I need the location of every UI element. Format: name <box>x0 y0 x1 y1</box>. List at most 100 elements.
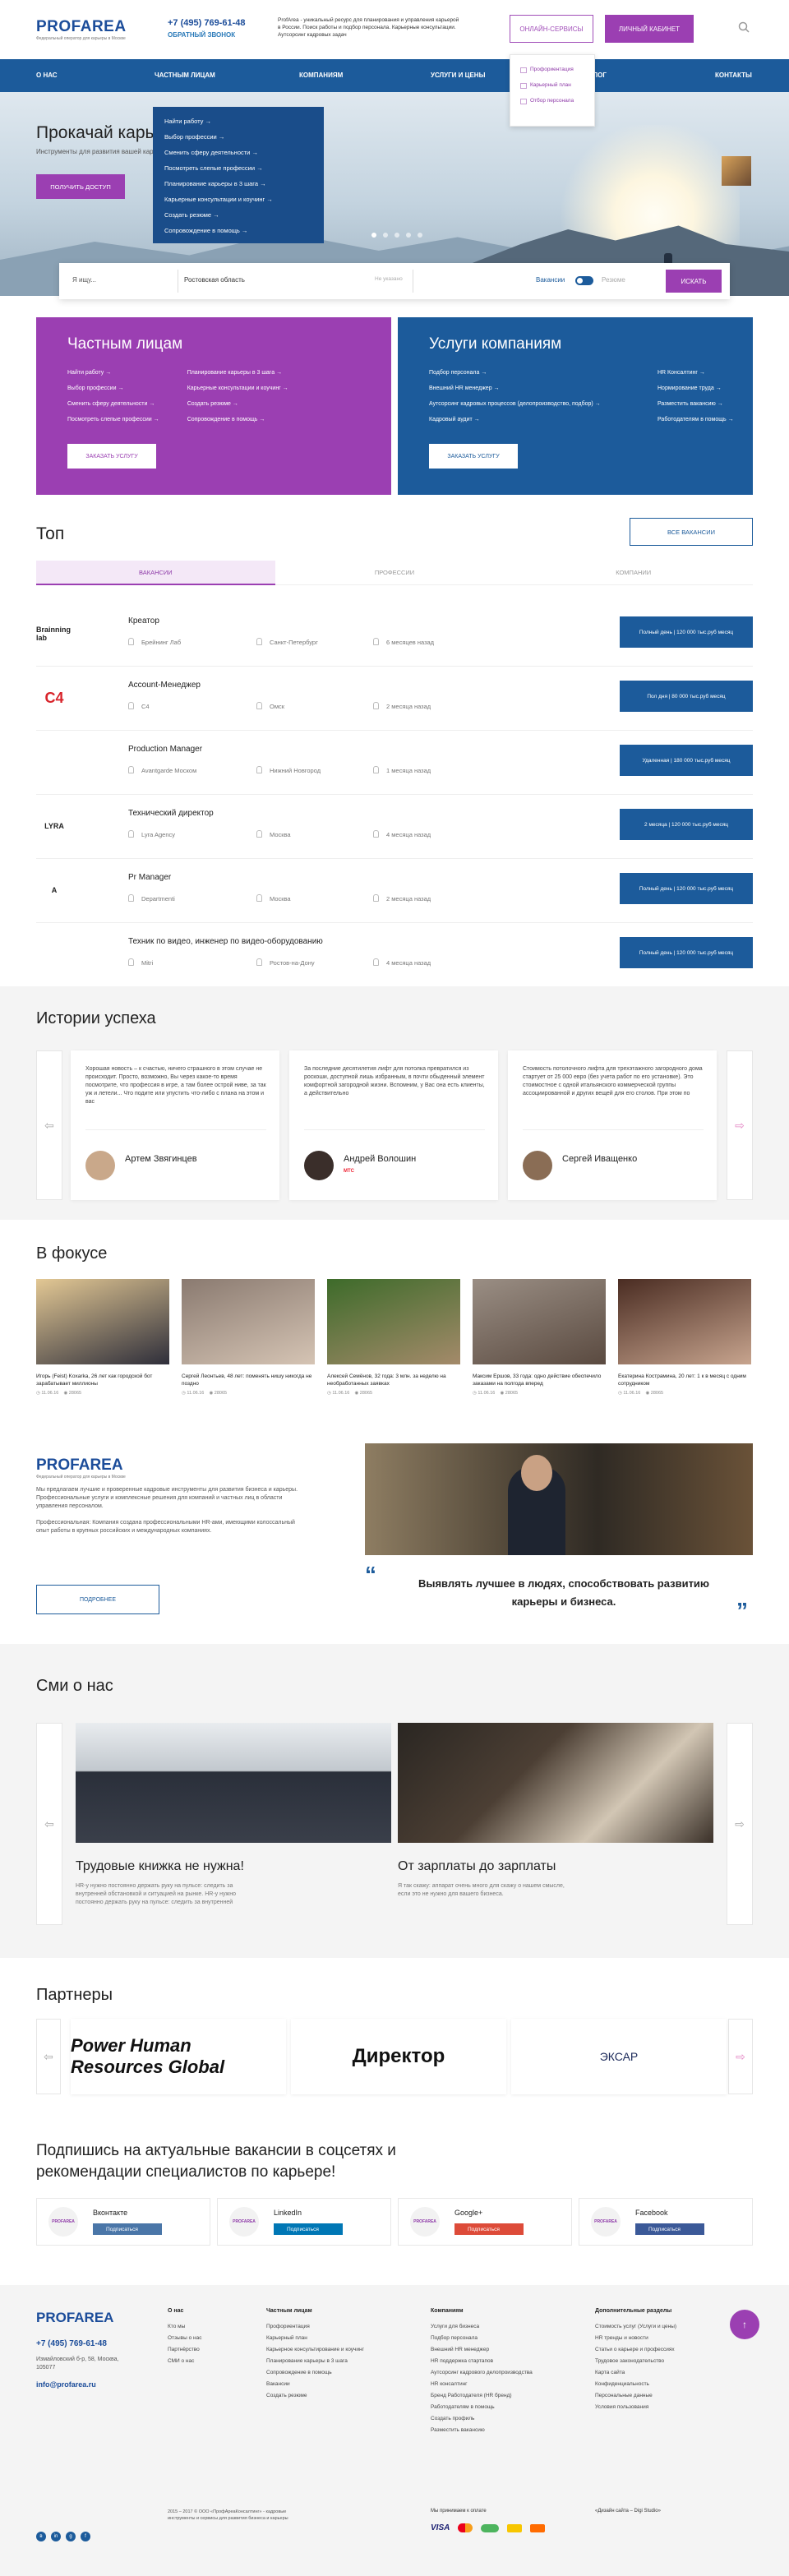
dropdown-item[interactable]: Карьерный план <box>510 77 594 93</box>
footer-link[interactable]: Персональные данные <box>595 2393 676 2398</box>
job-salary-tag[interactable]: Полный день | 120 000 тыс.руб месяц <box>620 937 753 968</box>
menu-item[interactable]: Планирование карьеры в 3 шага → <box>153 176 324 192</box>
panel-link[interactable]: HR Консалтинг → <box>658 370 734 376</box>
job-title[interactable]: Креатор <box>128 616 159 626</box>
footer-link[interactable]: Условия пользования <box>595 2404 676 2410</box>
vk-icon[interactable]: в <box>36 2532 46 2541</box>
more-button[interactable]: ПОДРОБНЕЕ <box>36 1585 159 1614</box>
menu-item[interactable]: Найти работу → <box>153 113 324 129</box>
menu-item[interactable]: Сменить сферу деятельности → <box>153 145 324 160</box>
panel-link[interactable]: Создать резюме → <box>187 401 288 407</box>
scroll-up-button[interactable]: ↑ <box>730 2310 759 2339</box>
panel-link[interactable]: Кадровый аудит → <box>429 417 641 422</box>
panel-link[interactable]: Нормирование труда → <box>658 385 734 391</box>
panel-link[interactable]: Сопровождение в помощь → <box>187 417 288 422</box>
job-row[interactable]: Brainning lab Креатор Брейнинг Лаб Санкт-Пе… <box>36 610 753 664</box>
nav-item-companies[interactable]: КОМПАНИЯМ <box>299 72 343 79</box>
footer-link[interactable]: СМИ о нас <box>168 2358 202 2364</box>
media-next-arrow[interactable]: ⇨ <box>727 1723 753 1925</box>
footer-email[interactable]: info@profarea.ru <box>36 2380 96 2389</box>
subscribe-button[interactable]: Подписаться <box>454 2223 524 2235</box>
slider-dot[interactable] <box>371 233 376 238</box>
footer-design-credit[interactable]: «Дизайн сайта – Digi Studio» <box>595 2509 661 2514</box>
nav-item-about[interactable]: О НАС <box>36 72 58 79</box>
subscribe-button[interactable]: Подписаться <box>93 2223 162 2235</box>
footer-link[interactable]: Разместить вакансию <box>431 2427 533 2433</box>
footer-link[interactable]: HR тренды и новости <box>595 2335 676 2341</box>
job-salary-tag[interactable]: 2 месяца | 120 000 тыс.руб месяц <box>620 809 753 840</box>
job-title[interactable]: Pr Manager <box>128 873 171 882</box>
panel-link[interactable]: Сменить сферу деятельности → <box>67 401 159 407</box>
footer-link[interactable]: Стоимость услуг (Услуги и цены) <box>595 2324 676 2329</box>
panel-link[interactable]: Выбор профессии → <box>67 385 159 391</box>
dropdown-item[interactable]: Профориентация <box>510 62 594 77</box>
tab-companies[interactable]: КОМПАНИИ <box>514 561 754 585</box>
hero-video-thumb[interactable] <box>722 156 751 186</box>
footer-link[interactable]: Вакансии <box>266 2381 364 2387</box>
footer-link[interactable]: Подбор персонала <box>431 2335 533 2341</box>
footer-link[interactable]: Профориентация <box>266 2324 364 2329</box>
footer-link[interactable]: Создать резюме <box>266 2393 364 2398</box>
focus-card[interactable]: Сергей Леонтьев, 48 лет: поменять нишу н… <box>182 1279 315 1396</box>
job-salary-tag[interactable]: Удаленная | 180 000 тыс.руб месяц <box>620 745 753 776</box>
partner-card[interactable]: Директор <box>291 2019 506 2094</box>
job-row[interactable]: Production Manager Avantgarde Моском Нижни… <box>36 738 753 792</box>
footer-logo[interactable]: PROFAREA <box>36 2310 113 2326</box>
search-button[interactable]: ИСКАТЬ <box>666 270 722 293</box>
footer-phone[interactable]: +7 (495) 769-61-48 <box>36 2339 107 2348</box>
linkedin-icon[interactable]: in <box>51 2532 61 2541</box>
media-card[interactable]: От зарплаты до зарплаты Я так скажу: апп… <box>398 1723 713 1899</box>
job-title[interactable]: Account-Менеджер <box>128 681 201 690</box>
footer-link[interactable]: Партнёрство <box>168 2347 202 2352</box>
footer-link[interactable]: Планирование карьеры в 3 шага <box>266 2358 364 2364</box>
job-row[interactable]: Техник по видео, инженер по видео-оборуд… <box>36 930 753 985</box>
job-row[interactable]: C4 Account-Менеджер C4 Омск 2 месяца назад По… <box>36 674 753 728</box>
footer-link[interactable]: Бренд Работодателя (HR бренд) <box>431 2393 533 2398</box>
partners-next-arrow[interactable]: ⇨ <box>728 2019 753 2094</box>
order-service-button[interactable]: ЗАКАЗАТЬ УСЛУГУ <box>429 444 518 469</box>
footer-link[interactable]: Аутсорсинг кадрового делопроизводства <box>431 2370 533 2375</box>
search-type-toggle[interactable] <box>575 276 593 285</box>
footer-link[interactable]: Создать профиль <box>431 2416 533 2421</box>
partners-prev-arrow[interactable]: ⇦ <box>36 2019 61 2094</box>
callback-link[interactable]: ОБРАТНЫЙ ЗВОНОК <box>168 31 235 39</box>
panel-link[interactable]: Посмотреть слепые профессии → <box>67 417 159 422</box>
stories-prev-arrow[interactable]: ⇦ <box>36 1050 62 1200</box>
facebook-icon[interactable]: f <box>81 2532 90 2541</box>
footer-link[interactable]: Трудовое законодательство <box>595 2358 676 2364</box>
menu-item[interactable]: Сопровождение в помощь → <box>153 223 324 238</box>
footer-link[interactable]: Услуги для бизнеса <box>431 2324 533 2329</box>
footer-link[interactable]: Конфиденциальность <box>595 2381 676 2387</box>
panel-link[interactable]: Разместить вакансию → <box>658 401 734 407</box>
story-card[interactable]: Хорошая новость – к счастью, ничего стра… <box>71 1050 279 1200</box>
order-service-button[interactable]: ЗАКАЗАТЬ УСЛУГУ <box>67 444 156 469</box>
footer-link[interactable]: Сопровождение в помощь <box>266 2370 364 2375</box>
remote-select[interactable]: Не указано <box>375 276 403 282</box>
job-salary-tag[interactable]: Полный день | 120 000 тыс.руб месяц <box>620 616 753 648</box>
job-title[interactable]: Технический директор <box>128 809 214 818</box>
footer-link[interactable]: HR поддержка стартапов <box>431 2358 533 2364</box>
slider-dot[interactable] <box>383 233 388 238</box>
media-prev-arrow[interactable]: ⇦ <box>36 1723 62 1925</box>
dropdown-item[interactable]: Отбор персонала <box>510 93 594 108</box>
footer-link[interactable]: Статьи о карьере и профессиях <box>595 2347 676 2352</box>
footer-link[interactable]: Отзывы о нас <box>168 2335 202 2341</box>
footer-link[interactable]: Работодателям в помощь <box>431 2404 533 2410</box>
job-row[interactable]: A Pr Manager Departmenti Москва 2 месяца наз… <box>36 866 753 921</box>
panel-link[interactable]: Планирование карьеры в 3 шага → <box>187 370 288 376</box>
hero-access-button[interactable]: ПОЛУЧИТЬ ДОСТУП <box>36 174 125 199</box>
subscribe-button[interactable]: Подписаться <box>635 2223 704 2235</box>
menu-item[interactable]: Выбор профессии → <box>153 129 324 145</box>
tab-professions[interactable]: ПРОФЕССИИ <box>275 561 514 585</box>
job-title[interactable]: Production Manager <box>128 745 202 754</box>
panel-link[interactable]: Подбор персонала → <box>429 370 641 376</box>
panel-link[interactable]: Работодателям в помощь → <box>658 417 734 422</box>
menu-item[interactable]: Карьерные консультации и коучинг → <box>153 192 324 207</box>
story-card[interactable]: Стоимость потолочного лифта для трехэтаж… <box>508 1050 717 1200</box>
footer-link[interactable]: Карта сайта <box>595 2370 676 2375</box>
job-salary-tag[interactable]: Полный день | 120 000 тыс.руб месяц <box>620 873 753 904</box>
menu-item[interactable]: Посмотреть слепые профессии → <box>153 160 324 176</box>
search-icon[interactable] <box>738 21 750 33</box>
media-card[interactable]: Трудовые книжка не нужна! HR-у нужно пос… <box>76 1723 391 1907</box>
footer-link[interactable]: Карьерный план <box>266 2335 364 2341</box>
